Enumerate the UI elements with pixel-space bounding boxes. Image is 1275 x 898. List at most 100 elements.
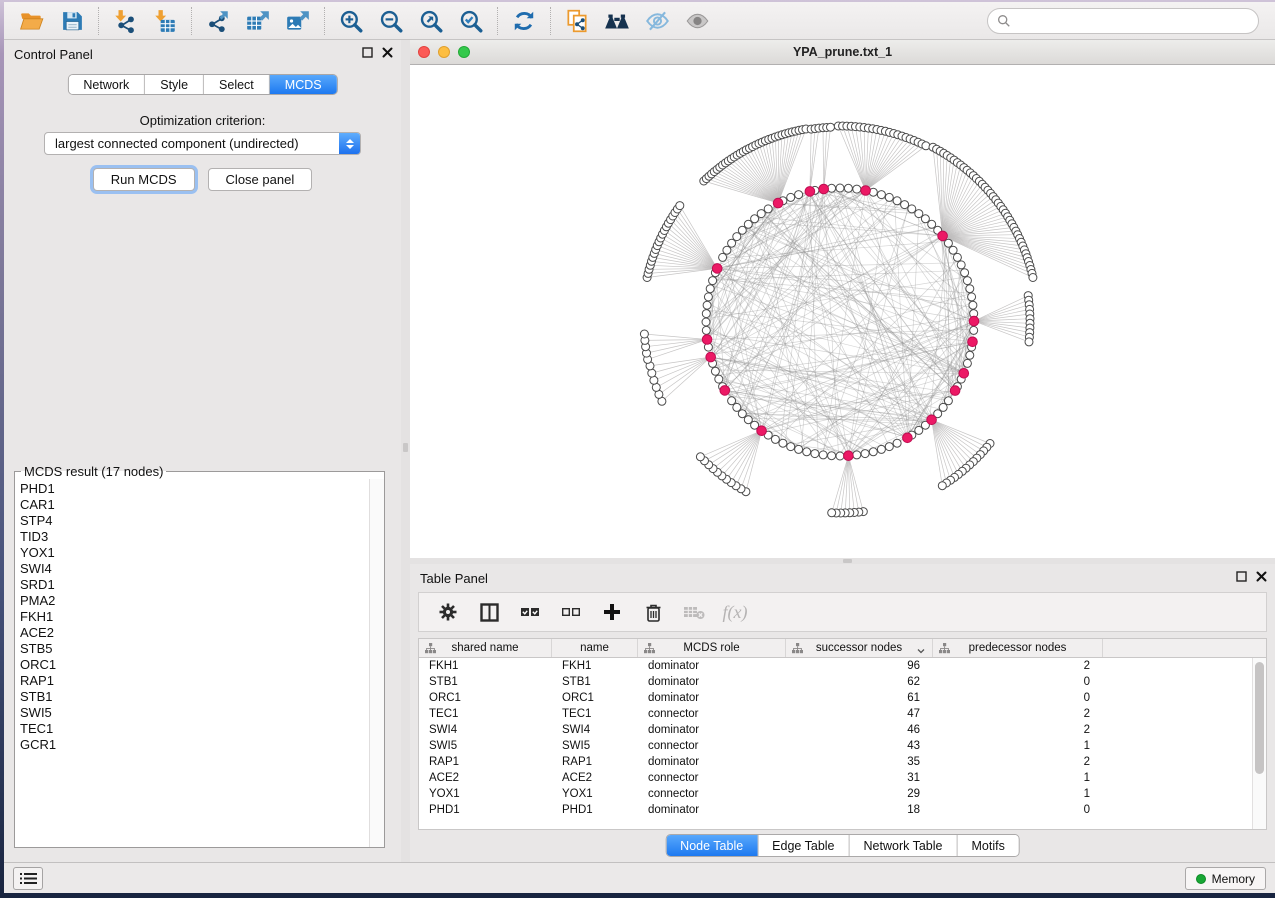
- network-canvas[interactable]: [410, 65, 1275, 558]
- table-cell: 2: [933, 754, 1103, 770]
- control-panel-tab[interactable]: Select: [204, 75, 270, 94]
- mcds-result-node[interactable]: ORC1: [20, 657, 369, 673]
- zoom-out-button[interactable]: [371, 5, 411, 37]
- mcds-result-node[interactable]: ACE2: [20, 625, 369, 641]
- mcds-result-node[interactable]: STB1: [20, 689, 369, 705]
- hide-selected-button[interactable]: [637, 5, 677, 37]
- column-header-name[interactable]: name: [552, 639, 638, 657]
- select-all-rows-button[interactable]: [517, 599, 543, 625]
- deselect-all-rows-button[interactable]: [558, 599, 584, 625]
- column-header-predecessor-nodes[interactable]: predecessor nodes: [933, 639, 1103, 657]
- mcds-result-node[interactable]: TID3: [20, 529, 369, 545]
- network-graph[interactable]: [410, 65, 1275, 558]
- save-session-button[interactable]: [52, 5, 92, 37]
- table-row[interactable]: RAP1RAP1dominator352: [419, 754, 1266, 770]
- status-bar: Memory: [4, 862, 1275, 893]
- control-panel-tab[interactable]: Network: [68, 75, 145, 94]
- gear-icon: [438, 602, 458, 622]
- mcds-result-node[interactable]: FKH1: [20, 609, 369, 625]
- run-mcds-button[interactable]: Run MCDS: [93, 168, 195, 191]
- import-network-button[interactable]: [105, 5, 145, 37]
- table-row[interactable]: ORC1ORC1dominator610: [419, 690, 1266, 706]
- mcds-list-scrollbar[interactable]: [369, 479, 384, 847]
- memory-button[interactable]: Memory: [1185, 867, 1266, 890]
- scrollbar-thumb[interactable]: [1255, 662, 1264, 774]
- table-row[interactable]: SWI4SWI4dominator462: [419, 722, 1266, 738]
- import-table-icon: [152, 8, 178, 34]
- export-network-icon: [205, 8, 231, 34]
- table-cell: ACE2: [419, 770, 552, 786]
- delete-column-button[interactable]: [640, 599, 666, 625]
- control-panel-tab[interactable]: Style: [145, 75, 204, 94]
- apply-layout-button[interactable]: [504, 5, 544, 37]
- column-header-MCDS-role[interactable]: MCDS role: [638, 639, 786, 657]
- mcds-result-node[interactable]: GCR1: [20, 737, 369, 753]
- show-all-button[interactable]: [677, 5, 717, 37]
- table-panel-tab[interactable]: Edge Table: [758, 835, 849, 856]
- zoom-selected-button[interactable]: [451, 5, 491, 37]
- mcds-result-node[interactable]: SWI5: [20, 705, 369, 721]
- table-cell: STB1: [552, 674, 638, 690]
- table-cell: TEC1: [552, 706, 638, 722]
- new-network-from-selection-button[interactable]: [557, 5, 597, 37]
- criterion-select[interactable]: largest connected component (undirected): [44, 132, 361, 155]
- table-row[interactable]: YOX1YOX1connector291: [419, 786, 1266, 802]
- mcds-result-node[interactable]: PMA2: [20, 593, 369, 609]
- mcds-result-node[interactable]: TEC1: [20, 721, 369, 737]
- mcds-result-node[interactable]: CAR1: [20, 497, 369, 513]
- function-builder-button[interactable]: f(x): [722, 599, 748, 625]
- create-column-button[interactable]: [599, 599, 625, 625]
- toolbar-separator: [98, 7, 99, 35]
- export-image-button[interactable]: [278, 5, 318, 37]
- splitter-handle[interactable]: [843, 559, 852, 563]
- table-panel-tab[interactable]: Node Table: [666, 835, 758, 856]
- mcds-result-node[interactable]: SWI4: [20, 561, 369, 577]
- close-panel-button[interactable]: Close panel: [208, 168, 313, 191]
- mcds-result-node[interactable]: SRD1: [20, 577, 369, 593]
- table-header-row: shared namenameMCDS rolesuccessor nodesp…: [419, 639, 1266, 658]
- mcds-result-node[interactable]: PHD1: [20, 481, 369, 497]
- close-panel-icon[interactable]: [382, 47, 393, 58]
- float-panel-icon[interactable]: [362, 47, 373, 58]
- close-panel-icon[interactable]: [1256, 571, 1267, 582]
- search-box[interactable]: [987, 8, 1259, 34]
- mcds-result-node[interactable]: STP4: [20, 513, 369, 529]
- vertical-splitter[interactable]: [401, 40, 410, 862]
- table-panel-tab[interactable]: Motifs: [957, 835, 1018, 856]
- export-table-button[interactable]: [238, 5, 278, 37]
- table-cell: connector: [638, 786, 786, 802]
- splitter-handle[interactable]: [403, 443, 408, 452]
- table-panel: Table Panel: [410, 564, 1275, 862]
- table-cell: 29: [786, 786, 933, 802]
- zoom-fit-button[interactable]: [411, 5, 451, 37]
- table-settings-button[interactable]: [435, 599, 461, 625]
- column-type-icon: [425, 643, 436, 657]
- column-header-successor-nodes[interactable]: successor nodes: [786, 639, 933, 657]
- table-row[interactable]: FKH1FKH1dominator962: [419, 658, 1266, 674]
- show-panels-list-button[interactable]: [13, 867, 43, 890]
- mcds-result-node[interactable]: YOX1: [20, 545, 369, 561]
- mcds-result-node[interactable]: STB5: [20, 641, 369, 657]
- table-row[interactable]: TEC1TEC1connector472: [419, 706, 1266, 722]
- table-scrollbar[interactable]: [1252, 658, 1266, 829]
- table-row[interactable]: STB1STB1dominator620: [419, 674, 1266, 690]
- table-row[interactable]: PHD1PHD1dominator180: [419, 802, 1266, 818]
- mcds-result-node[interactable]: RAP1: [20, 673, 369, 689]
- column-header-shared-name[interactable]: shared name: [419, 639, 552, 657]
- float-panel-icon[interactable]: [1236, 571, 1247, 582]
- zoom-in-button[interactable]: [331, 5, 371, 37]
- export-network-button[interactable]: [198, 5, 238, 37]
- table-row[interactable]: ACE2ACE2connector311: [419, 770, 1266, 786]
- columns-icon: [480, 603, 499, 622]
- search-input[interactable]: [1016, 11, 1258, 31]
- first-neighbors-button[interactable]: [597, 5, 637, 37]
- control-panel-tab[interactable]: MCDS: [270, 75, 337, 94]
- table-panel-tab[interactable]: Network Table: [850, 835, 958, 856]
- open-file-button[interactable]: [12, 5, 52, 37]
- import-table-button[interactable]: [145, 5, 185, 37]
- table-row[interactable]: SWI5SWI5connector431: [419, 738, 1266, 754]
- delete-table-button[interactable]: [681, 599, 707, 625]
- table-cell: RAP1: [419, 754, 552, 770]
- show-column-panel-button[interactable]: [476, 599, 502, 625]
- deselect-all-icon: [561, 605, 581, 619]
